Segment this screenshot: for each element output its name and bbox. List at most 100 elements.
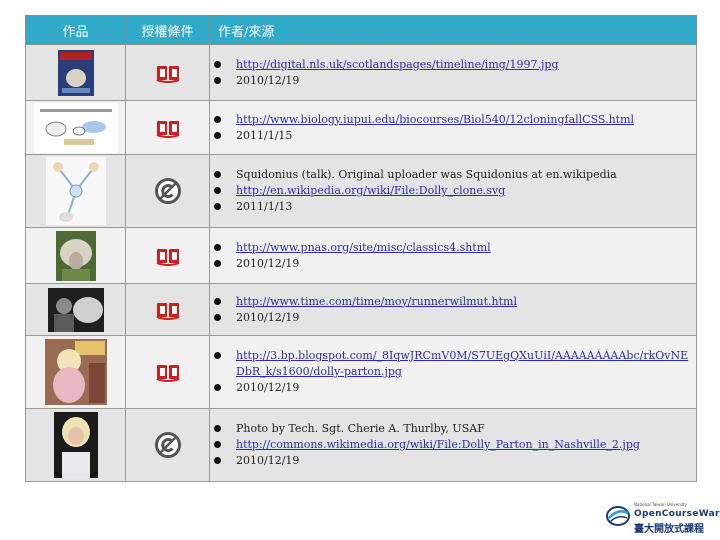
table-row: http://digital.nls.uk/scotlandspages/tim…	[25, 44, 697, 101]
source-url[interactable]: http://www.pnas.org/site/misc/classics4.…	[236, 241, 491, 254]
credits-table: 作品 授權條件 作者/來源 http://digital.nls.uk/scot…	[25, 15, 697, 482]
source-list: http://www.pnas.org/site/misc/classics4.…	[210, 240, 696, 272]
source-text-item: 2010/12/19	[210, 453, 696, 469]
source-link-item[interactable]: http://3.bp.blogspot.com/_8IqwJRCmV0M/S7…	[210, 348, 696, 380]
bullet-icon	[214, 115, 221, 123]
source-text: 2010/12/19	[236, 73, 300, 87]
source-text: Squidonius (talk). Original uploader was…	[236, 168, 617, 181]
source-cell: http://www.biology.iupui.edu/biocourses/…	[209, 100, 697, 155]
work-cell	[25, 227, 126, 284]
license-cell	[125, 154, 210, 228]
source-url[interactable]: http://3.bp.blogspot.com/_8IqwJRCmV0M/S7…	[236, 349, 688, 378]
source-cell: http://www.time.com/time/moy/runnerwilmu…	[209, 283, 697, 336]
source-text: 2010/12/19	[236, 454, 300, 467]
bullet-icon	[214, 259, 221, 267]
header-source: 作者/來源	[209, 15, 697, 45]
header-row: 作品 授權條件 作者/來源	[25, 15, 697, 45]
source-url[interactable]: http://commons.wikimedia.org/wiki/File:D…	[236, 438, 640, 451]
wilmut-photo-thumbnail	[47, 287, 104, 332]
source-link-item[interactable]: http://digital.nls.uk/scotlandspages/tim…	[210, 57, 696, 73]
bullet-icon	[214, 76, 221, 84]
public-domain-icon	[154, 432, 181, 458]
public-domain-icon	[154, 178, 181, 204]
bullet-icon	[214, 60, 221, 68]
table-row: Photo by Tech. Sgt. Cherie A. Thurlby, U…	[25, 408, 697, 482]
source-text-item: 2010/12/19	[210, 380, 696, 396]
sheep-photo-thumbnail	[55, 230, 96, 281]
logo-line1: National Taiwan University	[634, 502, 687, 507]
logo-line3: 臺大開放式課程	[634, 524, 704, 535]
dolly-clone-svg-thumbnail	[45, 157, 106, 225]
work-cell	[25, 283, 126, 336]
source-text-item: 2010/12/19	[210, 310, 696, 326]
source-text-item: Photo by Tech. Sgt. Cherie A. Thurlby, U…	[210, 421, 696, 437]
work-cell	[25, 408, 126, 482]
header-work: 作品	[25, 15, 126, 45]
source-text: 2010/12/19	[236, 256, 300, 270]
source-link-item[interactable]: http://www.pnas.org/site/misc/classics4.…	[210, 240, 696, 256]
dolly-parton-photo-thumbnail	[53, 412, 98, 478]
header-license: 授權條件	[125, 15, 210, 45]
source-link-item[interactable]: http://www.time.com/time/moy/runnerwilmu…	[210, 294, 696, 310]
source-cell: Photo by Tech. Sgt. Cherie A. Thurlby, U…	[209, 408, 697, 482]
source-text-item: 2010/12/19	[210, 73, 696, 89]
bullet-icon	[214, 187, 221, 194]
source-text: Photo by Tech. Sgt. Cherie A. Thurlby, U…	[236, 422, 485, 435]
work-cell	[25, 335, 126, 409]
logo-line2: OpenCourseWare	[634, 509, 720, 519]
dolly-parton-poster-thumbnail	[44, 339, 107, 405]
bullet-icon	[214, 352, 221, 359]
table-row: http://www.time.com/time/moy/runnerwilmu…	[25, 283, 697, 336]
source-url[interactable]: http://www.time.com/time/moy/runnerwilmu…	[236, 295, 517, 308]
source-url[interactable]: http://digital.nls.uk/scotlandspages/tim…	[236, 58, 559, 71]
copyright-book-icon	[156, 65, 179, 83]
bullet-icon	[214, 457, 221, 464]
ocw-globe-icon	[606, 506, 630, 526]
source-link-item[interactable]: http://www.biology.iupui.edu/biocourses/…	[210, 112, 696, 128]
source-list: http://digital.nls.uk/scotlandspages/tim…	[210, 57, 696, 89]
source-list: Photo by Tech. Sgt. Cherie A. Thurlby, U…	[210, 421, 696, 469]
bullet-icon	[214, 297, 221, 305]
bullet-icon	[214, 441, 221, 448]
work-cell	[25, 154, 126, 228]
bullet-icon	[214, 203, 221, 210]
license-cell	[125, 335, 210, 409]
work-cell	[25, 44, 126, 101]
source-list: http://3.bp.blogspot.com/_8IqwJRCmV0M/S7…	[210, 348, 696, 396]
license-cell	[125, 408, 210, 482]
source-link-item[interactable]: http://commons.wikimedia.org/wiki/File:D…	[210, 437, 696, 453]
source-cell: Squidonius (talk). Original uploader was…	[209, 154, 697, 228]
source-text-item: Squidonius (talk). Original uploader was…	[210, 167, 696, 183]
copyright-book-icon	[156, 302, 179, 320]
nature-cover-thumbnail	[57, 49, 94, 96]
bullet-icon	[214, 243, 221, 251]
table-row: http://3.bp.blogspot.com/_8IqwJRCmV0M/S7…	[25, 335, 697, 409]
cloning-diagram-thumbnail	[33, 102, 118, 153]
source-url[interactable]: http://www.biology.iupui.edu/biocourses/…	[236, 113, 634, 126]
source-text-item: 2011/1/15	[210, 128, 696, 144]
bullet-icon	[214, 171, 221, 178]
license-cell	[125, 100, 210, 155]
copyright-book-icon	[156, 365, 179, 382]
license-cell	[125, 227, 210, 284]
source-url[interactable]: http://en.wikipedia.org/wiki/File:Dolly_…	[236, 184, 505, 197]
bullet-icon	[214, 131, 221, 139]
source-text: 2011/1/15	[236, 128, 293, 142]
source-cell: http://www.pnas.org/site/misc/classics4.…	[209, 227, 697, 284]
bullet-icon	[214, 313, 221, 321]
license-cell	[125, 283, 210, 336]
copyright-book-icon	[156, 120, 179, 138]
bullet-icon	[214, 384, 221, 391]
source-text-item: 2010/12/19	[210, 256, 696, 272]
bullet-icon	[214, 425, 221, 432]
copyright-book-icon	[156, 248, 179, 266]
ntu-ocw-logo: National Taiwan University OpenCourseWar…	[606, 500, 720, 535]
source-link-item[interactable]: http://en.wikipedia.org/wiki/File:Dolly_…	[210, 183, 696, 199]
source-cell: http://3.bp.blogspot.com/_8IqwJRCmV0M/S7…	[209, 335, 697, 409]
table-row: Squidonius (talk). Original uploader was…	[25, 154, 697, 228]
work-cell	[25, 100, 126, 155]
table-row: http://www.pnas.org/site/misc/classics4.…	[25, 227, 697, 284]
source-cell: http://digital.nls.uk/scotlandspages/tim…	[209, 44, 697, 101]
source-text: 2011/1/13	[236, 200, 293, 213]
license-cell	[125, 44, 210, 101]
